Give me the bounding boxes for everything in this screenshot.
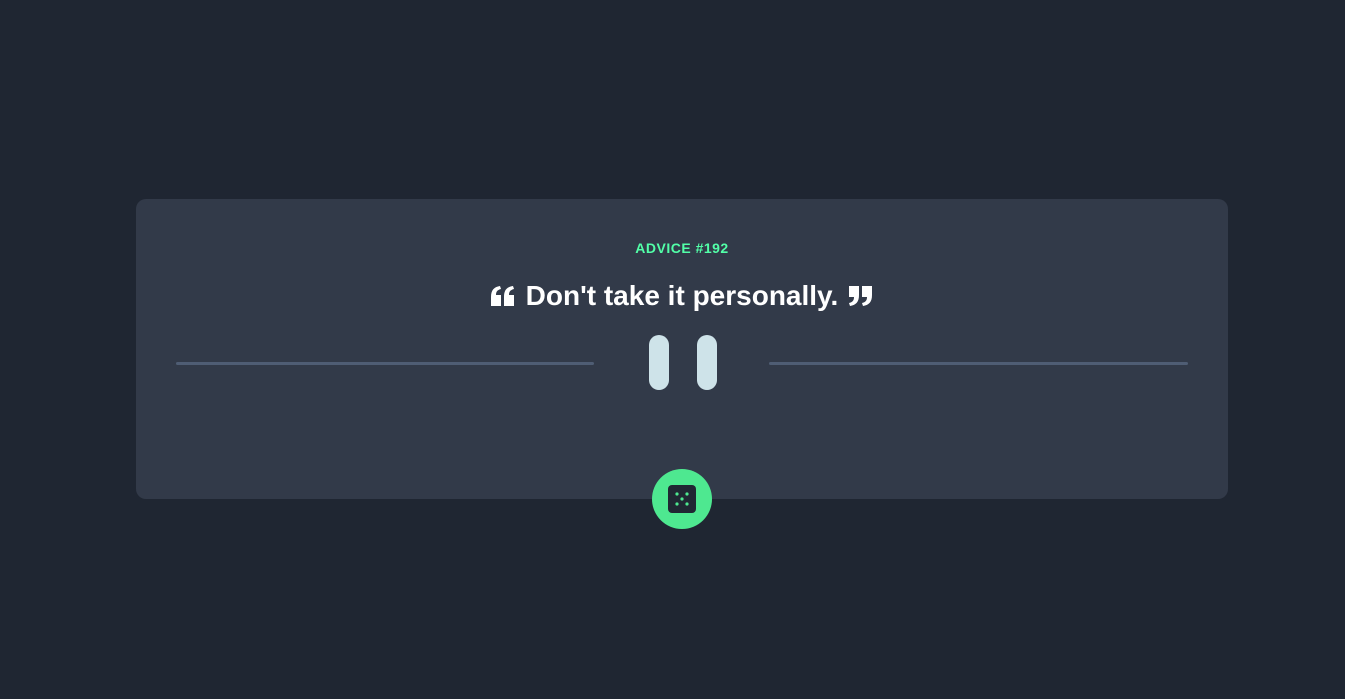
advice-text: Don't take it personally. [525,280,839,311]
advice-id: ADVICE #192 [635,240,729,256]
divider-line-right [769,362,1188,365]
divider-line-left [176,362,594,365]
dice-icon [668,485,696,513]
open-quote-icon [491,286,515,306]
advice-quote: Don't take it personally. [136,280,1228,312]
close-quote-icon [848,286,873,306]
advice-card: ADVICE #192 Don't take it personally. [136,199,1228,499]
pause-bar-left [649,335,669,390]
page: ADVICE #192 Don't take it personally. [0,0,1345,699]
pause-bar-right [697,335,717,390]
pause-icon [649,335,718,390]
new-advice-button[interactable] [652,469,712,529]
